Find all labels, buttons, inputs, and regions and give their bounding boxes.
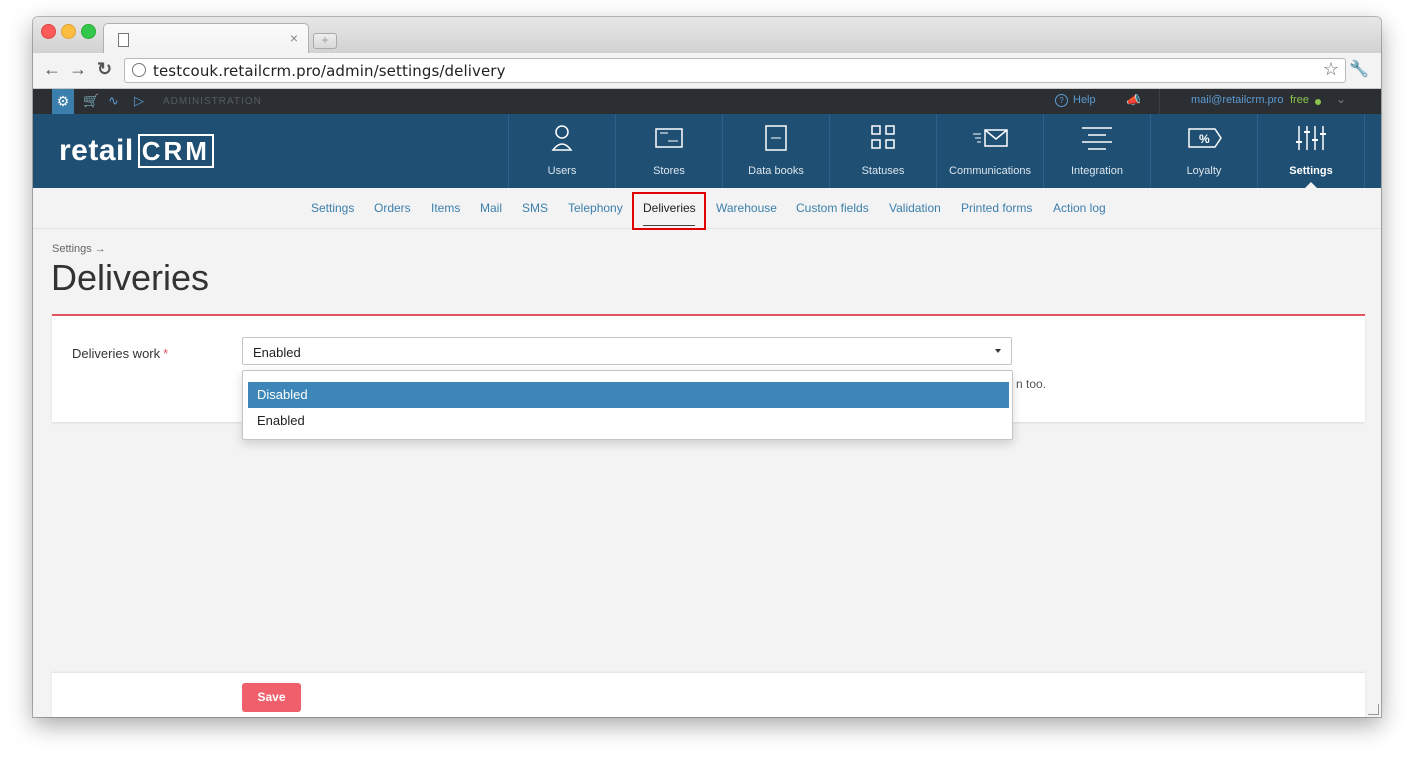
maximize-window-button[interactable] xyxy=(81,24,96,39)
subnav-action-log[interactable]: Action log xyxy=(1053,201,1106,215)
nav-integration[interactable]: Integration xyxy=(1043,114,1150,188)
save-button[interactable]: Save xyxy=(242,683,301,712)
divider xyxy=(1159,89,1160,114)
caret-down-icon xyxy=(995,349,1001,353)
subnav-mail[interactable]: Mail xyxy=(480,201,502,215)
nav-data-books-label: Data books xyxy=(748,165,804,177)
field-hint: n too. xyxy=(1016,377,1047,391)
gear-icon[interactable]: ⚙ xyxy=(52,89,74,114)
minimize-window-button[interactable] xyxy=(61,24,76,39)
nav-statuses-label: Statuses xyxy=(861,165,905,177)
subnav-sms[interactable]: SMS xyxy=(522,201,548,215)
forward-arrow-icon[interactable]: → xyxy=(69,59,87,80)
nav-communications-label: Communications xyxy=(949,165,1031,177)
subnav-settings[interactable]: Settings xyxy=(311,201,354,215)
wrench-icon[interactable]: 🔧 xyxy=(1349,59,1369,79)
book-icon xyxy=(765,125,787,151)
select-value: Enabled xyxy=(253,345,301,360)
active-underline xyxy=(643,225,695,226)
browser-window: × + ← → ↻ testcouk.retailcrm.pro/admin/s… xyxy=(33,17,1381,717)
user-icon xyxy=(551,125,573,151)
logo-retail: retail xyxy=(59,134,134,167)
subnav-custom-fields[interactable]: Custom fields xyxy=(796,201,869,215)
tab-close-icon[interactable]: × xyxy=(290,30,298,46)
integration-icon xyxy=(1082,127,1112,150)
required-marker: * xyxy=(163,346,169,361)
subnav-orders[interactable]: Orders xyxy=(374,201,411,215)
store-icon xyxy=(655,128,683,148)
page-title: Deliveries xyxy=(51,257,210,298)
option-disabled[interactable]: Disabled xyxy=(248,382,1009,408)
status-dot xyxy=(1315,99,1321,105)
logo-crm: CRM xyxy=(137,134,214,168)
sliders-icon xyxy=(1296,126,1326,150)
megaphone-icon[interactable]: 📣 xyxy=(1126,93,1141,107)
browser-toolbar: ← → ↻ testcouk.retailcrm.pro/admin/setti… xyxy=(33,53,1381,89)
subnav-validation[interactable]: Validation xyxy=(889,201,941,215)
admin-label: ADMINISTRATION xyxy=(163,96,262,107)
field-label-text: Deliveries work xyxy=(72,346,161,361)
nav-statuses[interactable]: Statuses xyxy=(829,114,936,188)
chart-icon[interactable]: ∿ xyxy=(108,93,119,109)
nav-settings[interactable]: Settings xyxy=(1257,114,1365,188)
nav-data-books[interactable]: Data books xyxy=(722,114,829,188)
subnav-items[interactable]: Items xyxy=(431,201,460,215)
tab-strip: × + xyxy=(33,17,1381,54)
new-tab-button[interactable]: + xyxy=(313,33,337,49)
option-enabled[interactable]: Enabled xyxy=(248,408,1009,434)
globe-icon xyxy=(132,63,146,77)
subnav-telephony[interactable]: Telephony xyxy=(568,201,623,215)
bookmark-star-icon[interactable]: ☆ xyxy=(1323,59,1339,80)
settings-subnav: Settings Orders Items Mail SMS Telephony… xyxy=(33,188,1381,230)
plan-badge: free xyxy=(1290,94,1309,106)
nav-integration-label: Integration xyxy=(1071,165,1123,177)
nav-stores-label: Stores xyxy=(653,165,685,177)
url-text[interactable]: testcouk.retailcrm.pro/admin/settings/de… xyxy=(153,62,506,80)
browser-tab[interactable]: × xyxy=(103,23,309,54)
nav-settings-label: Settings xyxy=(1289,165,1333,177)
close-window-button[interactable] xyxy=(41,24,56,39)
nav-users-label: Users xyxy=(547,165,577,177)
percent-tag-icon: % xyxy=(1188,128,1222,148)
user-email[interactable]: mail@retailcrm.pro xyxy=(1191,94,1283,106)
statuses-icon xyxy=(871,125,895,149)
deliveries-work-label: Deliveries work * xyxy=(72,346,168,361)
nav-loyalty[interactable]: % Loyalty xyxy=(1150,114,1257,188)
subnav-printed-forms[interactable]: Printed forms xyxy=(961,201,1032,215)
admin-bar: ⚙ 🛒 ∿ ▷ ADMINISTRATION ? Help 📣 mail@reta… xyxy=(33,89,1381,114)
resize-handle[interactable] xyxy=(1368,704,1379,715)
svg-text:%: % xyxy=(1199,132,1210,146)
select-dropdown: Disabled Enabled xyxy=(242,370,1013,440)
chevron-down-icon[interactable]: ⌄ xyxy=(1336,92,1346,106)
page-icon xyxy=(118,33,129,47)
breadcrumb[interactable]: Settings → xyxy=(52,243,106,255)
nav-users[interactable]: Users xyxy=(508,114,615,188)
cart-icon[interactable]: 🛒 xyxy=(83,93,99,109)
nav-stores[interactable]: Stores xyxy=(615,114,722,188)
help-link[interactable]: ? Help xyxy=(1055,94,1096,107)
nav-loyalty-label: Loyalty xyxy=(1186,165,1222,177)
form-footer: Save xyxy=(52,673,1365,717)
address-bar[interactable]: testcouk.retailcrm.pro/admin/settings/de… xyxy=(124,58,1346,83)
main-header: retail CRM Users Stores Data books Status… xyxy=(33,114,1381,188)
question-icon: ? xyxy=(1055,94,1068,107)
subnav-warehouse[interactable]: Warehouse xyxy=(716,201,777,215)
back-arrow-icon[interactable]: ← xyxy=(43,59,61,80)
nav-communications[interactable]: Communications xyxy=(936,114,1043,188)
play-icon[interactable]: ▷ xyxy=(134,93,144,109)
deliveries-work-select[interactable]: Enabled xyxy=(242,337,1012,365)
reload-icon[interactable]: ↻ xyxy=(97,59,112,80)
retailcrm-logo[interactable]: retail CRM xyxy=(59,134,214,168)
help-label: Help xyxy=(1073,94,1096,106)
envelope-icon xyxy=(973,129,1008,147)
